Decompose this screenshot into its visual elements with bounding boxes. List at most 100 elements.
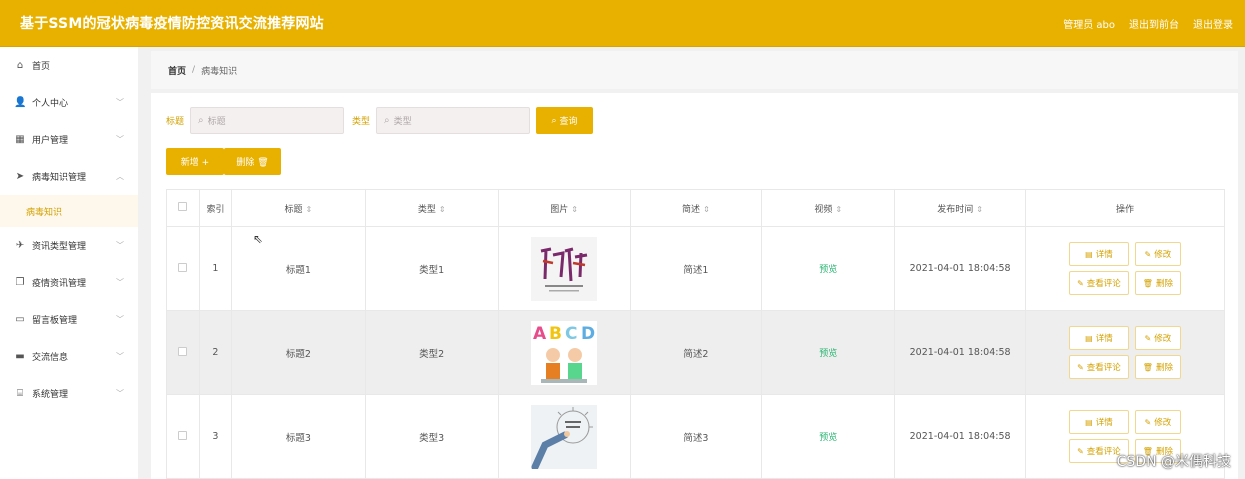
view-comments-button[interactable]: ✎ 查看评论 bbox=[1069, 355, 1129, 379]
action-buttons: 新增 + 删除 🗑 bbox=[166, 148, 281, 175]
type-search-placeholder: 类型 bbox=[393, 117, 412, 127]
svg-text:D: D bbox=[581, 324, 595, 344]
sort-icon: ⇕ bbox=[305, 204, 313, 214]
query-button-label: 查询 bbox=[559, 117, 578, 127]
row-index: 3 bbox=[198, 394, 232, 479]
sidebar-item-user-management[interactable]: ▦ 用户管理 ﹀ bbox=[0, 121, 138, 158]
sidebar-item-home[interactable]: ⌂ 首页 bbox=[0, 47, 138, 84]
col-image[interactable]: 图片 ⇕ bbox=[497, 189, 631, 227]
sidebar-item-label: 首页 bbox=[32, 62, 51, 72]
row-image[interactable] bbox=[531, 404, 598, 469]
row-published: 2021-04-01 18:04:58 bbox=[894, 310, 1027, 395]
search-icon: ⌕ bbox=[551, 115, 557, 126]
row-image[interactable]: A B C D bbox=[531, 320, 598, 385]
edit-button[interactable]: ✎ 修改 bbox=[1134, 410, 1181, 434]
sidebar-item-exchange-info[interactable]: ▬ 交流信息 ﹀ bbox=[0, 338, 138, 375]
col-summary[interactable]: 简述 ⇕ bbox=[629, 189, 763, 227]
sidebar-item-virus-knowledge-management[interactable]: ➤ 病毒知识管理 ︿ bbox=[0, 158, 138, 195]
breadcrumb: 首页 / 病毒知识 bbox=[151, 51, 1238, 89]
row-checkbox[interactable] bbox=[178, 430, 188, 440]
detail-button[interactable]: ▤ 详情 bbox=[1069, 410, 1129, 434]
edit-button[interactable]: ✎ 修改 bbox=[1134, 242, 1181, 266]
select-all-checkbox[interactable] bbox=[178, 202, 188, 211]
chevron-up-icon: ︿ bbox=[116, 172, 124, 181]
sort-icon: ⇕ bbox=[703, 204, 710, 214]
view-comments-button[interactable]: ✎ 查看评论 bbox=[1069, 271, 1129, 295]
row-image[interactable] bbox=[531, 236, 598, 301]
type-search-input[interactable]: ⌕ 类型 bbox=[376, 107, 531, 134]
detail-button[interactable]: ▤ 详情 bbox=[1069, 242, 1129, 266]
svg-text:B: B bbox=[549, 324, 562, 344]
sidebar: ⌂ 首页 👤 个人中心 ﹀ ▦ 用户管理 ﹀ ➤ 病毒知识管理 ︿ 病毒知识 ✈… bbox=[0, 47, 138, 479]
row-summary: 简述1 bbox=[629, 226, 763, 311]
send-icon: ➤ bbox=[15, 171, 25, 182]
trash-icon: 🗑 bbox=[1142, 362, 1153, 372]
edit-icon: ✎ bbox=[1077, 278, 1084, 288]
sidebar-item-label: 留言板管理 bbox=[32, 316, 78, 326]
row-title: 标题2 bbox=[230, 310, 366, 395]
row-published: 2021-04-01 18:04:58 bbox=[894, 226, 1027, 311]
col-published[interactable]: 发布时间 ⇕ bbox=[894, 189, 1027, 227]
copy-icon: ❐ bbox=[15, 277, 25, 288]
video-preview-link[interactable]: 预览 bbox=[819, 433, 837, 443]
admin-user-link[interactable]: 管理员 abo bbox=[1063, 16, 1115, 31]
edit-button[interactable]: ✎ 修改 bbox=[1134, 326, 1181, 350]
data-table: 索引 标题 ⇕ 类型 ⇕ 图片 ⇕ 简述 ⇕ 视频 ⇕ 发布时间 ⇕ 操作 1 标题1 类型… bbox=[166, 189, 1225, 479]
row-video-cell: 预览 bbox=[761, 226, 896, 311]
breadcrumb-current: 病毒知识 bbox=[201, 66, 238, 77]
message-icon: ▭ bbox=[15, 314, 25, 325]
watermark: CSDN @米偶科技 bbox=[1116, 454, 1231, 470]
chevron-down-icon: ﹀ bbox=[116, 98, 124, 107]
sidebar-subitem-virus-knowledge[interactable]: 病毒知识 bbox=[0, 195, 138, 227]
mouse-cursor-icon: ⇖ bbox=[253, 232, 264, 246]
sort-icon: ⇕ bbox=[835, 204, 843, 214]
exit-to-front-link[interactable]: 退出到前台 bbox=[1129, 16, 1179, 31]
sidebar-item-label: 疫情资讯管理 bbox=[32, 279, 87, 289]
delete-button[interactable]: 🗑 删除 bbox=[1134, 271, 1181, 295]
row-image-cell: A B C D bbox=[497, 310, 631, 395]
sidebar-item-epidemic-news-management[interactable]: ❐ 疫情资讯管理 ﹀ bbox=[0, 264, 138, 301]
detail-button[interactable]: ▤ 详情 bbox=[1069, 326, 1129, 350]
search-icon: ⌕ bbox=[384, 115, 390, 126]
edit-icon: ✎ bbox=[1144, 249, 1152, 259]
col-type[interactable]: 类型 ⇕ bbox=[364, 189, 499, 227]
video-preview-link[interactable]: 预览 bbox=[819, 349, 837, 359]
sidebar-item-message-board-management[interactable]: ▭ 留言板管理 ﹀ bbox=[0, 301, 138, 338]
title-search-input[interactable]: ⌕ 标题 bbox=[190, 107, 345, 134]
video-preview-link[interactable]: 预览 bbox=[819, 265, 837, 275]
sidebar-item-news-type-management[interactable]: ✈ 资讯类型管理 ﹀ bbox=[0, 227, 138, 264]
col-video[interactable]: 视频 ⇕ bbox=[761, 189, 896, 227]
delete-button[interactable]: 🗑 删除 bbox=[1134, 355, 1181, 379]
home-icon: ⌂ bbox=[16, 60, 24, 71]
breadcrumb-home[interactable]: 首页 bbox=[168, 64, 186, 77]
row-select-cell bbox=[166, 394, 200, 479]
query-button[interactable]: ⌕ 查询 bbox=[536, 107, 594, 134]
title-search-label: 标题 bbox=[166, 117, 185, 127]
sidebar-item-label: 系统管理 bbox=[32, 390, 69, 400]
detail-icon: ▤ bbox=[1085, 333, 1093, 343]
row-checkbox[interactable] bbox=[178, 262, 188, 272]
sort-icon: ⇕ bbox=[438, 204, 446, 214]
table-row: 1 标题1 类型1 简述1 预览 2021-04-01 18:04:58 ▤ 详… bbox=[166, 226, 1225, 311]
row-checkbox[interactable] bbox=[178, 346, 188, 356]
sort-icon: ⇕ bbox=[571, 204, 578, 214]
edit-icon: ✎ bbox=[1144, 417, 1152, 427]
search-icon: ⌕ bbox=[198, 115, 204, 126]
row-type: 类型3 bbox=[364, 394, 499, 479]
logout-link[interactable]: 退出登录 bbox=[1193, 16, 1233, 31]
sidebar-item-personal-center[interactable]: 👤 个人中心 ﹀ bbox=[0, 84, 138, 121]
add-button[interactable]: 新增 + bbox=[166, 148, 224, 175]
col-title[interactable]: 标题 ⇕ bbox=[230, 189, 366, 227]
sidebar-item-label: 个人中心 bbox=[32, 99, 69, 109]
system-icon: ⌸ bbox=[17, 388, 23, 399]
row-video-cell: 预览 bbox=[761, 310, 896, 395]
row-image-cell bbox=[497, 394, 631, 479]
detail-icon: ▤ bbox=[1085, 249, 1093, 259]
edit-icon: ✎ bbox=[1144, 333, 1152, 343]
top-actions: 管理员 abo 退出到前台 退出登录 bbox=[1063, 16, 1233, 31]
paper-plane-icon: ✈ bbox=[15, 240, 25, 251]
chevron-down-icon: ﹀ bbox=[116, 315, 124, 324]
sort-icon: ⇕ bbox=[976, 204, 983, 214]
bulk-delete-button[interactable]: 删除 🗑 bbox=[224, 148, 281, 175]
sidebar-item-system-management[interactable]: ⌸ 系统管理 ﹀ bbox=[0, 375, 138, 412]
